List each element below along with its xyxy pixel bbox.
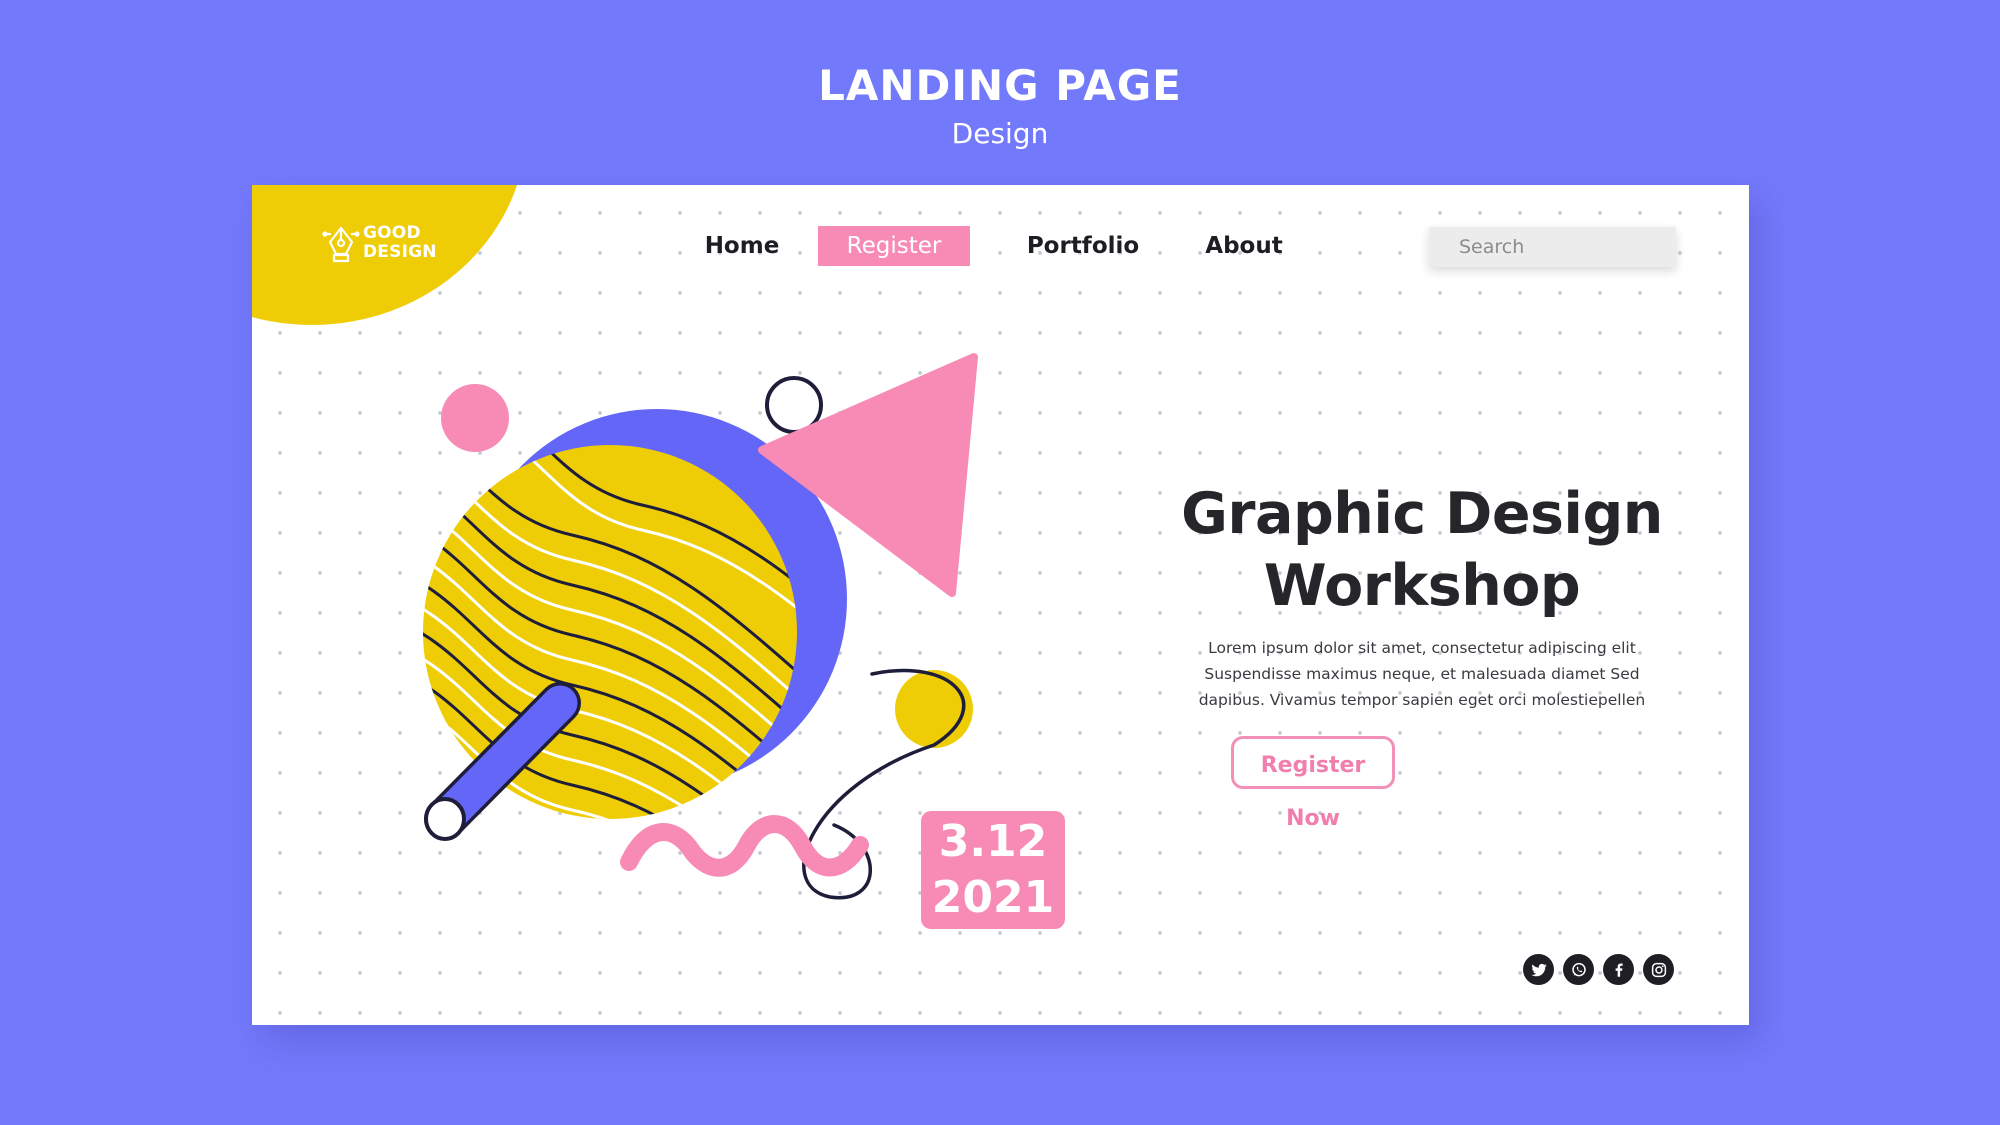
yellow-dot bbox=[895, 670, 973, 748]
date-year: 2021 bbox=[931, 872, 1055, 923]
register-now-button[interactable]: Register Now bbox=[1231, 736, 1395, 831]
hero-title-line-2: Workshop bbox=[1263, 553, 1581, 619]
pink-dot bbox=[441, 384, 509, 452]
date-badge: 3.12 2021 bbox=[921, 811, 1065, 929]
hero-title: Graphic Design Workshop bbox=[1072, 478, 1749, 622]
facebook-icon[interactable] bbox=[1603, 954, 1634, 985]
hero-body-line-1: Lorem ipsum dolor sit amet, consectetur … bbox=[1208, 639, 1636, 657]
instagram-icon[interactable] bbox=[1643, 954, 1674, 985]
hero-description: Lorem ipsum dolor sit amet, consectetur … bbox=[1092, 635, 1749, 713]
twitter-icon[interactable] bbox=[1523, 954, 1554, 985]
whatsapp-icon[interactable] bbox=[1563, 954, 1594, 985]
pink-squiggle bbox=[620, 815, 869, 877]
search-input[interactable] bbox=[1429, 227, 1679, 267]
landing-page-card: GOOD DESIGN Home Register Portfolio Abou… bbox=[252, 185, 1749, 1025]
hero-body-line-3: dapibus. Vivamus tempor sapien eget orci… bbox=[1198, 691, 1646, 709]
nav-about[interactable]: About bbox=[1192, 226, 1296, 266]
showcase-subtitle: Design bbox=[951, 117, 1049, 150]
showcase-heading: LANDING PAGE Design bbox=[0, 60, 2000, 154]
search-box[interactable] bbox=[1429, 227, 1679, 267]
showcase-title: LANDING PAGE bbox=[818, 61, 1182, 110]
hero-body-line-2: Suspendisse maximus neque, et malesuada … bbox=[1204, 665, 1640, 683]
hero-title-line-1: Graphic Design bbox=[1181, 481, 1663, 547]
date-day-month: 3.12 bbox=[938, 816, 1048, 867]
